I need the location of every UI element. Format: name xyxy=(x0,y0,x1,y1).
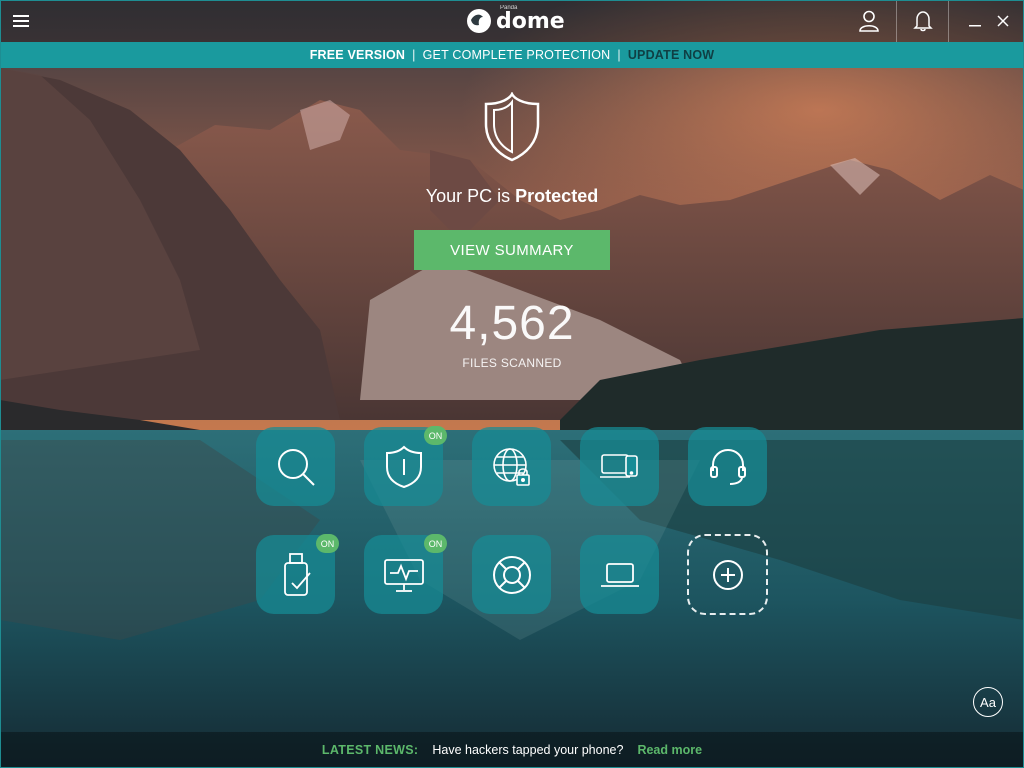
news-headline[interactable]: Have hackers tapped your phone? xyxy=(432,743,623,757)
globe-lock-icon xyxy=(492,447,530,486)
panda-logo-icon xyxy=(467,9,491,33)
free-version-label: FREE VERSION xyxy=(309,48,406,62)
status-prefix: Your PC is xyxy=(425,186,511,206)
module-rescue-kit[interactable] xyxy=(472,535,551,614)
add-module-button[interactable] xyxy=(687,534,768,615)
font-size-button[interactable]: Aa xyxy=(973,687,1003,717)
titlebar-divider xyxy=(948,0,949,42)
brand-name: dome xyxy=(496,8,565,34)
news-bar: LATEST NEWS: Have hackers tapped your ph… xyxy=(0,732,1024,768)
promo-separator: | xyxy=(617,48,621,62)
minimize-icon[interactable] xyxy=(962,0,988,42)
brand-logo: Panda dome xyxy=(466,5,565,34)
files-scanned-label: FILES SCANNED xyxy=(462,356,562,370)
protection-status: Your PC is Protected xyxy=(0,186,1024,207)
plus-circle-icon xyxy=(712,559,743,590)
devices-icon xyxy=(599,453,638,478)
promo-separator: | xyxy=(412,48,416,62)
promo-bar: FREE VERSION | GET COMPLETE PROTECTION |… xyxy=(0,42,1024,68)
process-monitor-on-badge: ON xyxy=(424,534,447,553)
usb-check-icon xyxy=(283,552,311,596)
titlebar-divider xyxy=(896,0,897,42)
headset-icon xyxy=(709,448,746,485)
view-summary-button[interactable]: VIEW SUMMARY xyxy=(414,230,610,270)
user-icon[interactable] xyxy=(846,0,892,42)
lifebuoy-icon xyxy=(492,555,531,594)
shield-icon xyxy=(385,445,422,488)
module-my-products[interactable] xyxy=(580,535,659,614)
magnifier-icon xyxy=(277,448,315,486)
module-scan[interactable] xyxy=(256,427,335,506)
files-scanned-count: 4,562 xyxy=(449,297,575,350)
protection-shield-icon xyxy=(484,92,540,162)
laptop-icon xyxy=(600,562,639,587)
hamburger-menu-icon[interactable] xyxy=(4,0,38,42)
monitor-pulse-icon xyxy=(383,558,424,592)
status-state: Protected xyxy=(515,186,599,206)
bell-icon[interactable] xyxy=(900,0,946,42)
news-label: LATEST NEWS: xyxy=(321,743,419,757)
close-icon[interactable] xyxy=(990,0,1016,42)
brand-small-text: Panda xyxy=(500,5,518,11)
usb-on-badge: ON xyxy=(316,534,339,553)
module-web-protection[interactable] xyxy=(472,427,551,506)
get-protection-link[interactable]: GET COMPLETE PROTECTION xyxy=(423,48,611,62)
update-now-link[interactable]: UPDATE NOW xyxy=(628,48,715,62)
read-more-link[interactable]: Read more xyxy=(637,743,702,757)
module-devices[interactable] xyxy=(580,427,659,506)
title-bar: Panda dome xyxy=(0,0,1024,42)
antivirus-on-badge: ON xyxy=(424,426,447,445)
module-support[interactable] xyxy=(688,427,767,506)
